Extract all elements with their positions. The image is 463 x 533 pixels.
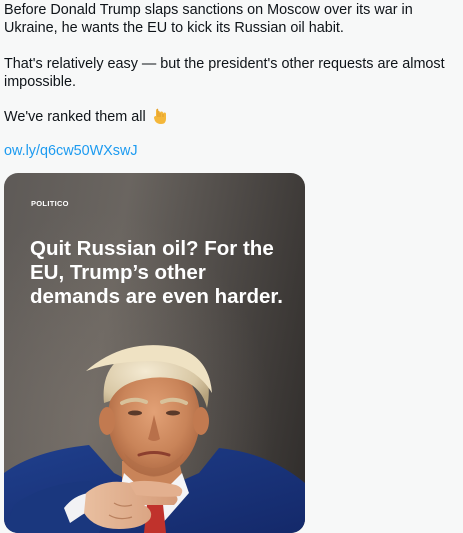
tweet-paragraph-3-text: We've ranked them all (4, 109, 146, 125)
article-media-card[interactable]: POLITICO Quit Russian oil? For the EU, T… (4, 173, 305, 533)
publisher-logo: POLITICO (31, 199, 69, 208)
article-link[interactable]: ow.ly/q6cw50WXswJ (4, 142, 459, 160)
tweet-paragraph-3: We've ranked them all (4, 108, 459, 126)
pointing-down-emoji-icon (153, 108, 169, 126)
tweet-paragraph-1: Before Donald Trump slaps sanctions on M… (4, 2, 413, 36)
tweet-paragraph-2: That's relatively easy — but the preside… (4, 56, 445, 90)
tweet: Before Donald Trump slaps sanctions on M… (4, 0, 459, 160)
trump-photo (4, 345, 305, 533)
card-headline: Quit Russian oil? For the EU, Trump’s ot… (30, 237, 283, 308)
